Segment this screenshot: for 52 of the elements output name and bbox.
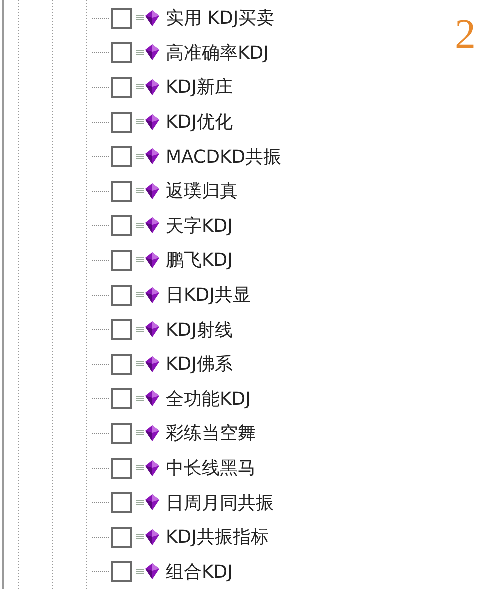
indicator-name[interactable]: 日KDJ共显 <box>166 283 251 308</box>
checkbox[interactable] <box>111 250 132 271</box>
gem-icon <box>145 148 160 166</box>
indicator-name[interactable]: KDJ共振指标 <box>166 525 269 550</box>
checkbox[interactable] <box>111 42 132 64</box>
indicator-name[interactable]: 实用 KDJ买卖 <box>166 6 275 30</box>
indicator-name[interactable]: 日周月同共振 <box>166 490 274 515</box>
indicator-name[interactable]: 中长线黑马 <box>166 456 256 480</box>
indicator-name[interactable]: 返璞归真 <box>166 179 238 204</box>
gem-icon <box>145 252 160 269</box>
gem-icon <box>145 563 160 580</box>
gem-icon <box>145 10 160 27</box>
indicator-name[interactable]: KDJ佛系 <box>166 352 233 376</box>
gem-icon <box>145 217 160 234</box>
checkbox[interactable] <box>111 561 132 582</box>
indicator-name[interactable]: 鹏飞KDJ <box>166 248 233 272</box>
checkbox[interactable] <box>111 180 132 202</box>
gem-icon <box>145 114 160 131</box>
gem-icon <box>145 286 160 304</box>
page-number: 2 <box>455 14 476 56</box>
indicator-name[interactable]: KDJ射线 <box>166 318 233 342</box>
gem-icon <box>145 528 160 546</box>
checkbox[interactable] <box>111 76 132 98</box>
checkbox[interactable] <box>111 526 132 548</box>
checkbox[interactable] <box>111 112 132 133</box>
gem-icon <box>145 356 160 373</box>
indicator-name[interactable]: 全功能KDJ <box>166 386 251 411</box>
checkbox[interactable] <box>111 388 132 410</box>
indicator-name[interactable]: 天字KDJ <box>166 214 233 238</box>
checkbox[interactable] <box>111 458 132 479</box>
indicator-name[interactable]: 彩练当空舞 <box>166 421 256 446</box>
checkbox[interactable] <box>111 284 132 306</box>
checkbox[interactable] <box>111 8 132 29</box>
checkbox[interactable] <box>111 215 132 236</box>
checkbox[interactable] <box>111 492 132 514</box>
indicator-name[interactable]: 组合KDJ <box>166 560 233 584</box>
gem-icon <box>145 460 160 477</box>
gem-icon <box>145 182 160 200</box>
gem-icon <box>145 321 160 338</box>
indicator-name[interactable]: KDJ新庄 <box>166 75 233 100</box>
checkbox[interactable] <box>111 319 132 340</box>
indicator-name[interactable]: MACDKD共振 <box>166 144 282 169</box>
checkbox[interactable] <box>111 422 132 444</box>
gem-icon <box>145 424 160 442</box>
gem-icon <box>145 44 160 62</box>
checkbox[interactable] <box>111 146 132 168</box>
gem-icon <box>145 494 160 512</box>
gem-icon <box>145 78 160 96</box>
indicator-name[interactable]: 高准确率KDJ <box>166 40 269 65</box>
checkbox[interactable] <box>111 354 132 375</box>
indicator-name[interactable]: KDJ优化 <box>166 110 233 134</box>
gem-icon <box>145 390 160 408</box>
